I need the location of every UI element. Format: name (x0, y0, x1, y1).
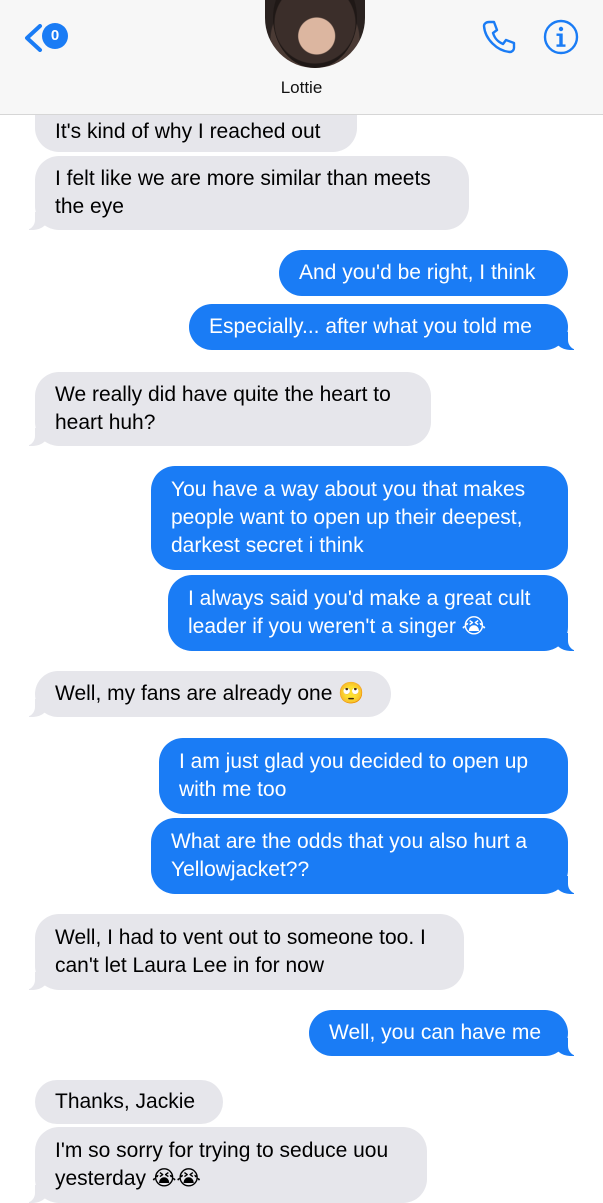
message-text-line: the eye (55, 195, 124, 218)
message-text-line: yesterday 😭😭 (55, 1167, 201, 1190)
phone-icon (482, 20, 516, 54)
message-text-line: It's kind of why I reached out (55, 120, 321, 143)
message-text-line: I am just glad you decided to open up (179, 750, 529, 773)
message-text-line: We really did have quite the heart to (55, 383, 391, 406)
message-text-line: And you'd be right, I think (299, 261, 536, 284)
message-text-line: heart huh? (55, 411, 156, 434)
message-bubble-received[interactable]: Thanks, Jackie (35, 1080, 223, 1124)
back-button[interactable]: 0 (22, 20, 78, 54)
message-text-line: Well, my fans are already one 🙄 (55, 682, 365, 705)
message-bubble-sent[interactable]: Especially... after what you told me (189, 304, 578, 350)
message-bubble-sent[interactable]: Well, you can have me (309, 1010, 578, 1056)
message-text-line: Yellowjacket?? (171, 858, 310, 881)
message-bubble-received[interactable]: Well, I had to vent out to someone too. … (25, 914, 464, 990)
message-bubble-received[interactable]: We really did have quite the heart to hea… (25, 372, 431, 446)
conversation-header: 0 Lottie (0, 0, 603, 115)
message-text-line: Well, I had to vent out to someone too. … (55, 926, 426, 949)
message-text-line: I'm so sorry for trying to seduce uou (55, 1139, 389, 1162)
message-bubble-sent[interactable]: I always said you'd make a great cult lea… (168, 575, 578, 651)
call-button[interactable] (480, 18, 518, 61)
message-text-line: can't let Laura Lee in for now (55, 954, 325, 977)
message-text-line: Well, you can have me (329, 1021, 542, 1044)
unread-count-badge: 0 (42, 23, 68, 49)
info-icon (543, 19, 579, 55)
message-text-line: leader if you weren't a singer 😭 (188, 615, 487, 638)
message-text-line: I always said you'd make a great cult (188, 587, 531, 610)
message-bubble-received[interactable]: I'm so sorry for trying to seduce uou yes… (25, 1127, 427, 1203)
chevron-left-icon (25, 24, 42, 52)
message-text-line: with me too (179, 778, 287, 801)
details-button[interactable] (542, 18, 580, 61)
contact-name[interactable]: Lottie (0, 78, 603, 98)
message-text-line: I felt like we are more similar than mee… (55, 167, 431, 190)
message-text-line: people want to open up their deepest, (171, 506, 523, 529)
message-text-line: darkest secret i think (171, 534, 364, 557)
avatar[interactable] (265, 0, 365, 68)
message-bubble-received[interactable]: Well, my fans are already one 🙄 (25, 671, 391, 717)
message-text-line: Especially... after what you told me (209, 315, 532, 338)
message-bubble-sent[interactable]: I am just glad you decided to open up wit… (159, 738, 568, 814)
message-text-line: Thanks, Jackie (55, 1090, 196, 1113)
message-text-line: What are the odds that you also hurt a (171, 830, 528, 853)
message-text-line: You have a way about you that makes (171, 478, 526, 501)
message-bubble-sent[interactable]: You have a way about you that makes peopl… (151, 466, 568, 570)
message-bubble-received[interactable]: It's kind of why I reached out (35, 112, 357, 152)
message-bubble-sent[interactable]: What are the odds that you also hurt a Ye… (151, 818, 578, 894)
avatar-photo (273, 0, 357, 68)
message-bubble-received[interactable]: I felt like we are more similar than mee… (25, 156, 469, 230)
message-bubble-sent[interactable]: And you'd be right, I think (279, 250, 568, 296)
